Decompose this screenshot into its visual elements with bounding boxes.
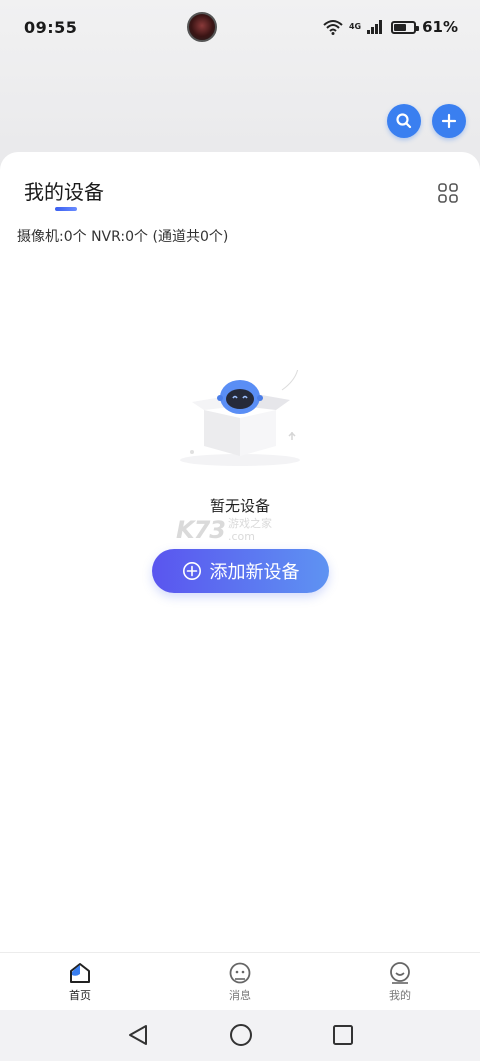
add-new-device-label: 添加新设备	[209, 562, 300, 583]
search-button[interactable]	[387, 104, 421, 138]
watermark-sub: 游戏之家	[228, 517, 272, 530]
watermark-brand: K73	[176, 516, 226, 544]
plus-icon	[441, 113, 457, 129]
search-icon	[396, 113, 412, 129]
page-title: 我的设备	[24, 180, 104, 204]
empty-state-text: 暂无设备	[209, 497, 270, 515]
profile-icon	[390, 962, 410, 984]
home-icon	[70, 963, 90, 983]
add-new-device-button[interactable]: 添加新设备	[152, 549, 329, 593]
nav-label-profile: 我的	[389, 989, 411, 1002]
title-underline	[55, 207, 77, 211]
battery-percent: 61%	[422, 18, 458, 36]
empty-box-robot-icon	[180, 370, 300, 466]
status-notification-avatar	[187, 12, 217, 42]
nav-label-home: 首页	[69, 989, 91, 1002]
nav-label-messages: 消息	[229, 989, 251, 1002]
wifi-icon	[323, 20, 343, 35]
message-icon	[229, 962, 251, 984]
status-indicators: 4G 61%	[323, 18, 458, 36]
devices-card: 我的设备 摄像机:0个 NVR:0个 (通道共0个) 暂无设备 K73 游戏之家…	[0, 152, 480, 952]
network-type-label: 4G	[348, 22, 362, 31]
add-button[interactable]	[432, 104, 466, 138]
grid-view-icon[interactable]	[438, 183, 458, 203]
home-circle-icon[interactable]	[229, 1023, 253, 1047]
plus-circle-icon	[182, 562, 201, 580]
nav-item-profile[interactable]: 我的	[370, 961, 430, 1003]
watermark-logo: K73 游戏之家 .com	[176, 514, 306, 546]
recents-square-icon[interactable]	[332, 1023, 354, 1047]
signal-icon	[367, 20, 383, 34]
bottom-nav: 首页 消息 我的	[0, 952, 480, 1010]
device-summary: 摄像机:0个 NVR:0个 (通道共0个)	[17, 229, 229, 245]
nav-item-messages[interactable]: 消息	[210, 961, 270, 1003]
system-nav-bar	[0, 1010, 480, 1061]
battery-icon	[391, 20, 420, 34]
status-time: 09:55	[24, 17, 78, 37]
back-triangle-icon[interactable]	[127, 1023, 149, 1047]
watermark-domain: .com	[228, 530, 255, 543]
nav-item-home[interactable]: 首页	[50, 961, 110, 1003]
status-bar: 09:55 4G 61%	[0, 0, 480, 54]
